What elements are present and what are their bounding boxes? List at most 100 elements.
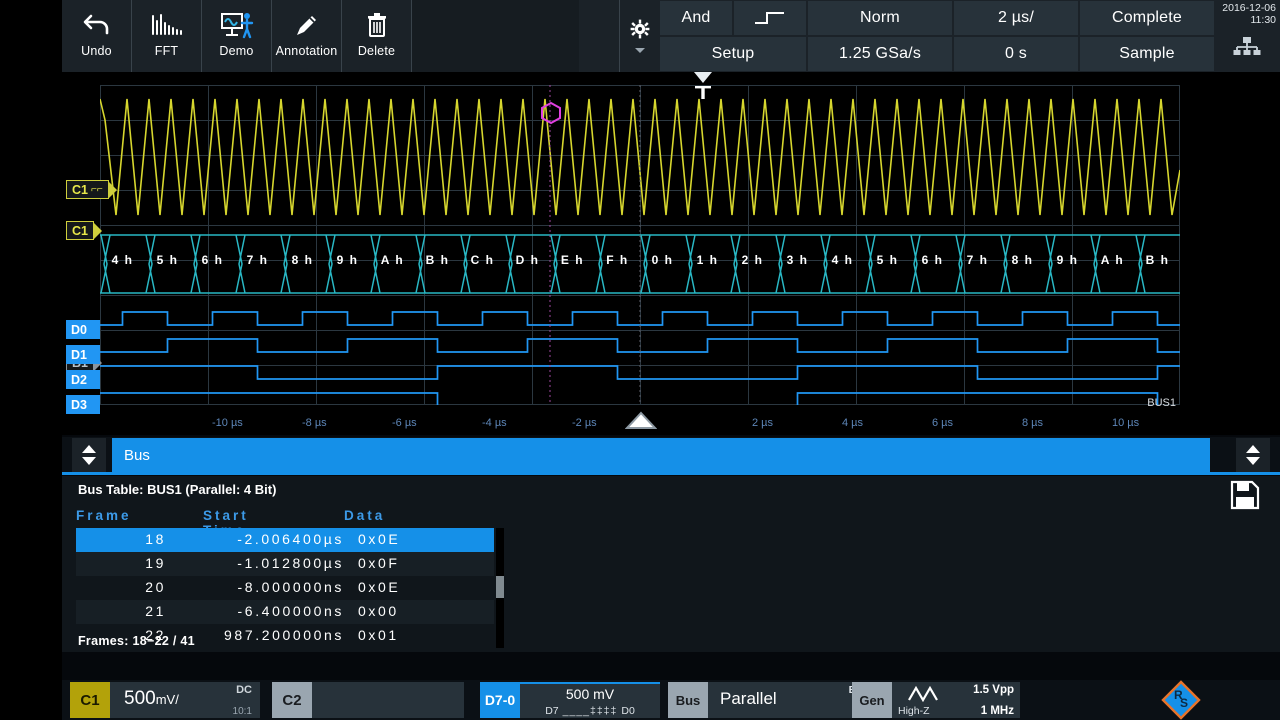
- channel-c1-control[interactable]: C1 500mV/ DC 10:1: [70, 682, 260, 718]
- digital-trace-d0: [100, 312, 1180, 325]
- table-row[interactable]: 19-1.012800µs0x0F: [76, 552, 494, 576]
- delete-label: Delete: [358, 44, 395, 58]
- channel-c1-body[interactable]: 500mV/ DC 10:1: [110, 682, 260, 718]
- tab-bus[interactable]: Bus: [112, 438, 242, 472]
- trigger-slope-cell[interactable]: [734, 1, 806, 35]
- acquisition-mode-cell[interactable]: Sample: [1080, 37, 1214, 71]
- badge-c1-offset[interactable]: C1: [66, 221, 94, 240]
- channel-c1-scale: 500mV/: [124, 688, 179, 710]
- cell-data: 0x00: [358, 603, 438, 619]
- cell-start-time: -1.012800µs: [176, 555, 344, 571]
- table-row[interactable]: 18-2.006400µs0x0E: [76, 528, 494, 552]
- oscilloscope-screen: Undo FFT: [0, 0, 1280, 720]
- bus-frame-label: 2 h: [730, 253, 775, 267]
- digital-d70-body[interactable]: 500 mV D7 ____‡‡‡‡ D0: [520, 682, 660, 718]
- trigger-setup-cell[interactable]: Setup: [660, 37, 806, 71]
- acquisition-state-cell[interactable]: Complete: [1080, 1, 1214, 35]
- bus-control[interactable]: Bus Parallel B1: [668, 682, 868, 718]
- cell-data: 0x0E: [358, 579, 438, 595]
- cell-start-time: -6.400000ns: [176, 603, 344, 619]
- tabstrip-underline: [62, 472, 1280, 475]
- bus-frame-label: 4 h: [820, 253, 865, 267]
- channel-c1-probe-ratio: 10:1: [233, 706, 252, 717]
- fft-label: FFT: [155, 44, 179, 58]
- bus-body[interactable]: Parallel B1: [708, 682, 868, 718]
- tab-scroll-left-button[interactable]: [72, 438, 106, 472]
- badge-d1[interactable]: D1: [66, 345, 100, 364]
- channel-c1-coupling: DC: [236, 684, 252, 696]
- time-tick-label: 10 µs: [1112, 417, 1139, 429]
- demo-button[interactable]: Demo: [202, 0, 272, 72]
- cell-frame: 18: [114, 531, 166, 547]
- scrollbar-thumb[interactable]: [496, 576, 504, 598]
- bus-key[interactable]: Bus: [668, 682, 708, 718]
- badge-d3[interactable]: D3: [66, 395, 100, 414]
- time-axis: BUS1 -10 µs-8 µs-6 µs-4 µs-2 µs2 µs4 µs6…: [100, 417, 1180, 435]
- horizontal-position-cell[interactable]: 0 s: [954, 37, 1078, 71]
- bus-frame-label: B h: [415, 253, 460, 267]
- digital-channels-control[interactable]: D7-0 500 mV D7 ____‡‡‡‡ D0: [480, 682, 660, 718]
- generator-key[interactable]: Gen: [852, 682, 892, 718]
- digital-map-pattern: ____‡‡‡‡: [563, 705, 618, 717]
- annotation-button[interactable]: Annotation: [272, 0, 342, 72]
- tabstrip-filler: [242, 438, 1210, 472]
- generator-body[interactable]: High-Z 1.5 Vpp 1 MHz: [892, 682, 1020, 718]
- spinner-up-down-icon: [1245, 444, 1261, 466]
- waveform-display[interactable]: 4 h5 h6 h7 h8 h9 hA hB hC hD hE hF h0 h1…: [62, 72, 1214, 435]
- table-row[interactable]: 21-6.400000ns0x00: [76, 600, 494, 624]
- channel-c2-body[interactable]: [312, 682, 464, 718]
- bus-table-scrollbar[interactable]: [496, 528, 504, 648]
- channel-c1-value: 500: [124, 688, 156, 709]
- trigger-mode-cell[interactable]: Norm: [808, 1, 952, 35]
- save-floppy-icon[interactable]: [1230, 480, 1260, 515]
- time-tick-label: -4 µs: [482, 417, 507, 429]
- bus-frame-label: 8 h: [1000, 253, 1045, 267]
- tab-bus-label: Bus: [124, 447, 150, 464]
- undo-button[interactable]: Undo: [62, 0, 132, 72]
- bus-frame-label: 0 h: [640, 253, 685, 267]
- generator-control[interactable]: Gen High-Z 1.5 Vpp 1 MHz: [852, 682, 1020, 718]
- toolbar-empty-area: [412, 0, 579, 72]
- top-toolbar: Undo FFT: [62, 0, 1280, 72]
- toolbar-row-top: And Norm 2 µs/ Complete: [659, 0, 1217, 36]
- bus-frame-label: 4 h: [100, 253, 145, 267]
- rohde-schwarz-logo: R S: [1152, 680, 1210, 720]
- badge-d3-label: D3: [71, 398, 87, 412]
- bus-table-rows: 18-2.006400µs0x0E19-1.012800µs0x0F20-8.0…: [76, 528, 494, 648]
- trigger-logic-cell[interactable]: And: [660, 1, 732, 35]
- tab-scroll-right-button[interactable]: [1236, 438, 1270, 472]
- bus-frame-label: E h: [550, 253, 595, 267]
- fft-icon: [150, 6, 184, 44]
- digital-trace-d3: [100, 393, 1180, 405]
- fft-button[interactable]: FFT: [132, 0, 202, 72]
- bus-frame-label: 6 h: [190, 253, 235, 267]
- time-tick-label: -6 µs: [392, 417, 417, 429]
- graticule: 4 h5 h6 h7 h8 h9 hA hB hC hD hE hF h0 h1…: [100, 85, 1180, 405]
- badge-d0[interactable]: D0: [66, 320, 100, 339]
- left-rail: [0, 0, 62, 720]
- digital-d70-key[interactable]: D7-0: [480, 682, 520, 718]
- time-label: 11:30: [1251, 14, 1277, 26]
- timebase-cell[interactable]: 2 µs/: [954, 1, 1078, 35]
- bus-frame-label: 9 h: [325, 253, 370, 267]
- settings-button[interactable]: [619, 0, 659, 72]
- hexagon-cursor-icon[interactable]: [540, 102, 562, 129]
- waveform-traces: [100, 85, 1180, 405]
- sample-rate-cell[interactable]: 1.25 GSa/s: [808, 37, 952, 71]
- bus-corner-label: BUS1: [1147, 397, 1176, 409]
- channel-c1-key[interactable]: C1: [70, 682, 110, 718]
- bus-frame-label: F h: [595, 253, 640, 267]
- delete-button[interactable]: Delete: [342, 0, 412, 72]
- badge-d0-label: D0: [71, 323, 87, 337]
- trigger-position-marker-bottom[interactable]: [625, 411, 657, 436]
- time-tick-label: 4 µs: [842, 417, 863, 429]
- demo-icon: [220, 6, 254, 44]
- badge-c1-trigger[interactable]: C1 ⌐⌐: [66, 180, 109, 199]
- digital-map-left-label: D7: [545, 705, 558, 717]
- channel-c2-control[interactable]: C2: [272, 682, 464, 718]
- channel-c2-key[interactable]: C2: [272, 682, 312, 718]
- annotation-label: Annotation: [276, 44, 338, 58]
- network-icon[interactable]: [1233, 36, 1261, 61]
- table-row[interactable]: 20-8.000000ns0x0E: [76, 576, 494, 600]
- badge-d2[interactable]: D2: [66, 370, 100, 389]
